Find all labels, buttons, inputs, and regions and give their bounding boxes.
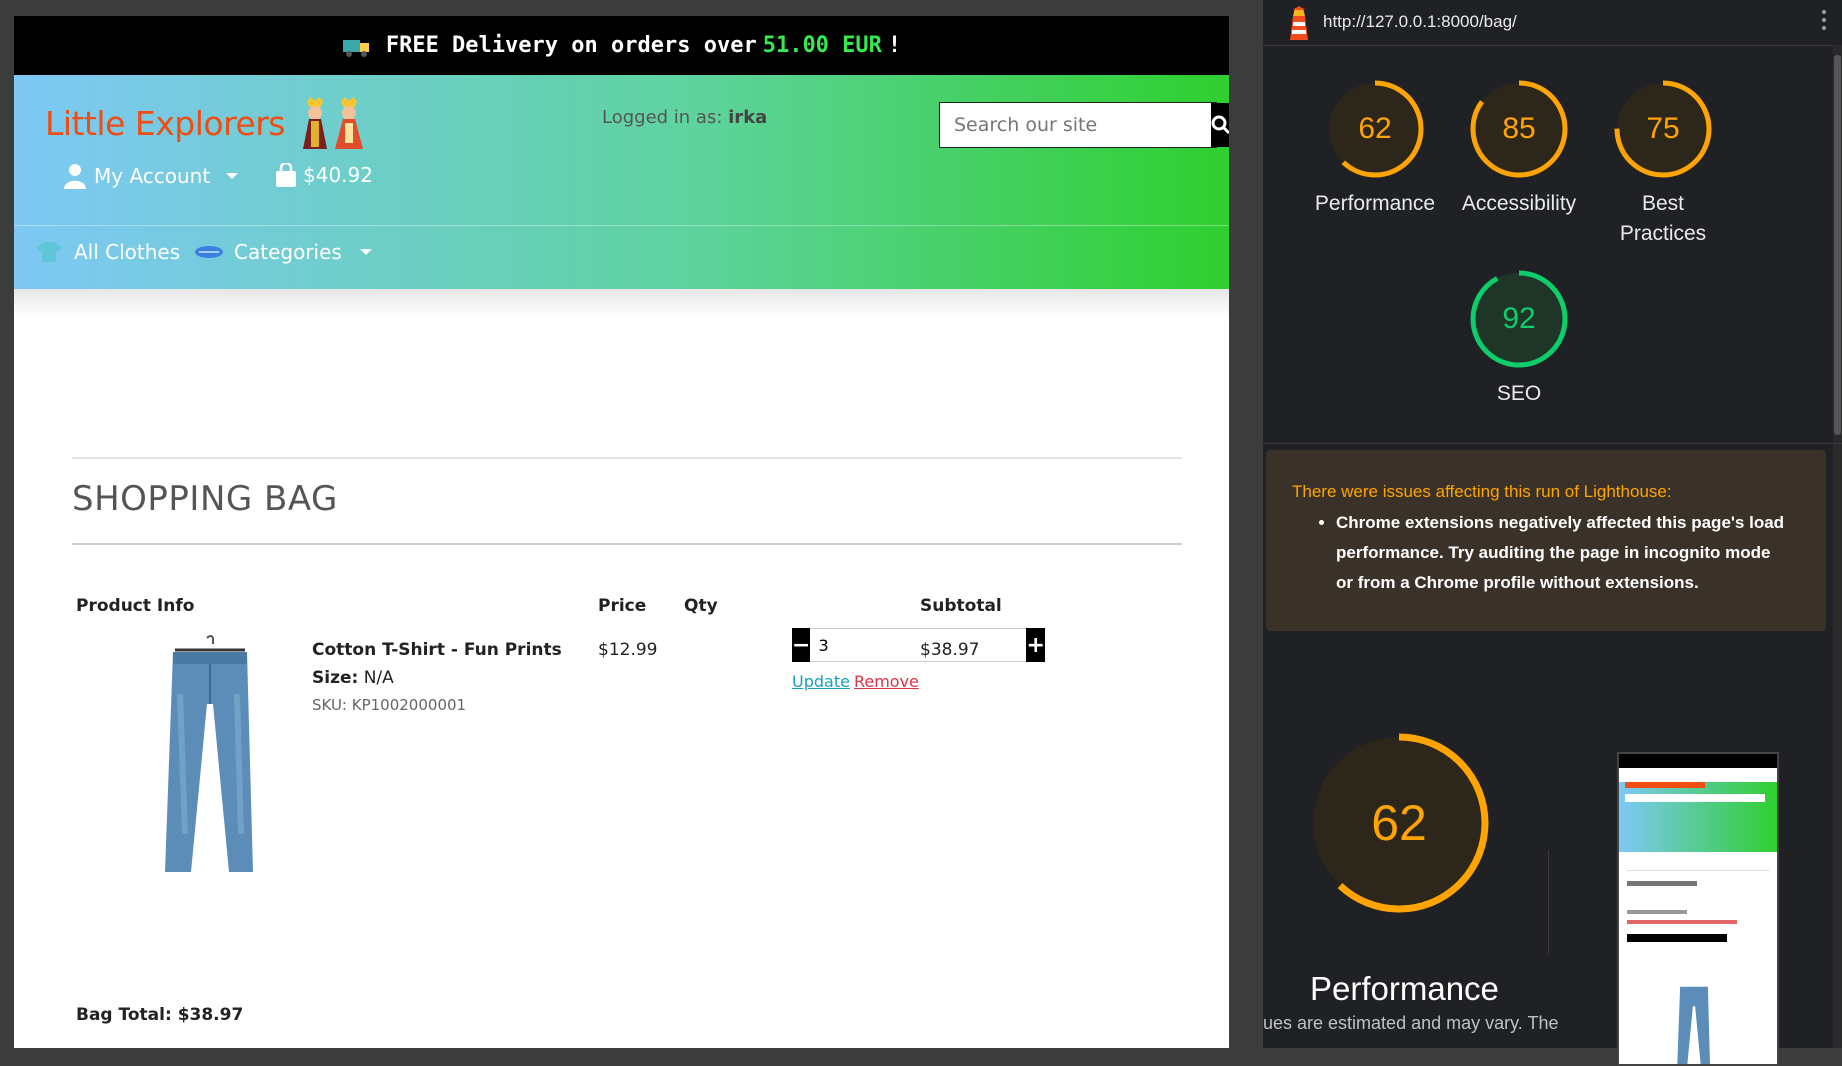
divider bbox=[1263, 443, 1842, 444]
page-screenshot-thumbnail[interactable] bbox=[1617, 752, 1779, 1066]
search-icon bbox=[1211, 115, 1229, 135]
divider bbox=[72, 543, 1182, 545]
update-link[interactable]: Update bbox=[792, 672, 850, 691]
quantity-input[interactable] bbox=[810, 628, 1027, 662]
header-shadow bbox=[14, 289, 1229, 317]
thumb-brand bbox=[1625, 782, 1705, 788]
size-label: Size: bbox=[312, 668, 359, 688]
warning-item: Chrome extensions negatively affected th… bbox=[1336, 508, 1786, 598]
bag-total-amount: $40.92 bbox=[303, 163, 373, 187]
score-label: Performance bbox=[1314, 192, 1436, 215]
col-header-price: Price bbox=[598, 596, 647, 616]
col-header-subtotal: Subtotal bbox=[920, 596, 1002, 616]
thumb-search bbox=[1625, 794, 1765, 802]
size-value: N/A bbox=[363, 668, 394, 688]
chevron-down-icon bbox=[359, 249, 372, 255]
audited-url: http://127.0.0.1:8000/bag/ bbox=[1323, 12, 1517, 31]
my-account-label: My Account bbox=[94, 164, 211, 188]
nav-all-clothes[interactable]: All Clothes bbox=[34, 240, 211, 264]
score-label: SEO bbox=[1496, 382, 1542, 405]
product-subtotal: $38.97 bbox=[920, 640, 980, 660]
main-nav: All Clothes Categories bbox=[14, 225, 1229, 290]
product-size: Size: N/A bbox=[312, 668, 394, 688]
username: irka bbox=[728, 107, 768, 128]
brand-name: Little Explorers bbox=[45, 103, 285, 143]
product-sku: SKU: KP1002000001 bbox=[312, 696, 467, 714]
performance-big-gauge: 62 bbox=[1306, 730, 1492, 916]
bag-total-label: Bag Total: bbox=[76, 1005, 172, 1025]
bag-total: Bag Total: $38.97 bbox=[76, 1005, 243, 1025]
remove-link[interactable]: Remove bbox=[854, 672, 919, 691]
score-value: 75 bbox=[1646, 112, 1680, 145]
search-input[interactable] bbox=[940, 103, 1211, 147]
quantity-stepper: − + bbox=[792, 628, 1045, 662]
nav-all-clothes-label: All Clothes bbox=[74, 240, 181, 264]
product-name: Cotton T-Shirt - Fun Prints bbox=[312, 640, 562, 660]
big-score-label: Performance bbox=[1310, 970, 1499, 1007]
score-gauge-accessibility[interactable]: 85 Accessibility bbox=[1462, 79, 1576, 215]
thumb-divider bbox=[1627, 870, 1769, 871]
shopping-bag-link[interactable]: $40.92 bbox=[275, 163, 373, 187]
thumb-promo bbox=[1619, 754, 1777, 768]
score-gauge-seo[interactable]: 92 SEO bbox=[1469, 269, 1569, 405]
col-header-product: Product Info bbox=[76, 596, 195, 616]
col-header-qty: Qty bbox=[684, 596, 718, 616]
product-image bbox=[155, 634, 265, 879]
lighthouse-toolbar: http://127.0.0.1:8000/bag/ bbox=[1263, 0, 1842, 46]
big-score-value: 62 bbox=[1371, 795, 1427, 851]
more-options-icon[interactable] bbox=[1822, 10, 1826, 34]
thumb-jeans bbox=[1677, 986, 1710, 1064]
thumb-header bbox=[1619, 782, 1777, 852]
search-button[interactable] bbox=[1211, 103, 1229, 147]
thumb-title bbox=[1627, 881, 1697, 886]
score-label: Accessibility bbox=[1461, 192, 1577, 215]
site-header: Little Explorers Logged in as: irka Sear… bbox=[14, 75, 1229, 289]
score-value: 62 bbox=[1358, 112, 1392, 145]
nav-categories-label: Categories bbox=[234, 240, 342, 264]
truck-icon bbox=[342, 36, 372, 57]
search-form bbox=[939, 102, 1229, 148]
score-label: Best Practices bbox=[1619, 192, 1707, 245]
score-gauge-best-practices[interactable]: 75 Best Practices bbox=[1613, 79, 1713, 245]
divider bbox=[1548, 850, 1549, 955]
categories-icon bbox=[195, 246, 223, 258]
scrollbar[interactable] bbox=[1833, 45, 1842, 1048]
promo-exclaim: ! bbox=[887, 33, 902, 58]
page-title: SHOPPING BAG bbox=[72, 479, 338, 519]
chevron-down-icon bbox=[226, 173, 239, 179]
decrement-button[interactable]: − bbox=[792, 628, 811, 662]
warning-box: There were issues affecting this run of … bbox=[1266, 450, 1826, 631]
item-actions: Update Remove bbox=[792, 672, 919, 691]
warning-title: There were issues affecting this run of … bbox=[1292, 482, 1672, 501]
product-price: $12.99 bbox=[598, 640, 658, 660]
score-value: 85 bbox=[1502, 112, 1536, 145]
warning-list: Chrome extensions negatively affected th… bbox=[1292, 508, 1786, 598]
lighthouse-icon bbox=[1290, 6, 1308, 40]
estimate-note: ues are estimated and may vary. The bbox=[1263, 1013, 1559, 1033]
nav-categories[interactable]: Categories bbox=[194, 240, 372, 264]
brand-logo[interactable]: Little Explorers bbox=[45, 97, 367, 149]
my-account-dropdown[interactable]: My Account bbox=[64, 163, 239, 189]
shirt-icon bbox=[36, 242, 62, 262]
logged-in-status: Logged in as: irka bbox=[602, 107, 767, 128]
score-gauge-performance[interactable]: 62 Performance bbox=[1315, 79, 1435, 215]
thumb-button bbox=[1627, 934, 1727, 942]
promo-amount: 51.00 EUR bbox=[762, 33, 882, 58]
score-value: 92 bbox=[1502, 302, 1536, 335]
thumb-line bbox=[1627, 910, 1687, 914]
promo-text: FREE Delivery on orders over bbox=[385, 33, 757, 58]
promo-banner: FREE Delivery on orders over 51.00 EUR ! bbox=[14, 16, 1229, 75]
thumb-line bbox=[1627, 920, 1737, 924]
logged-in-label: Logged in as: bbox=[602, 107, 723, 128]
king-queen-icon bbox=[299, 97, 367, 149]
shopping-bag-icon bbox=[276, 163, 296, 187]
shopping-bag-section: SHOPPING BAG bbox=[72, 457, 1182, 545]
user-icon bbox=[64, 164, 86, 189]
bag-total-value: $38.97 bbox=[177, 1005, 244, 1025]
increment-button[interactable]: + bbox=[1026, 628, 1045, 662]
